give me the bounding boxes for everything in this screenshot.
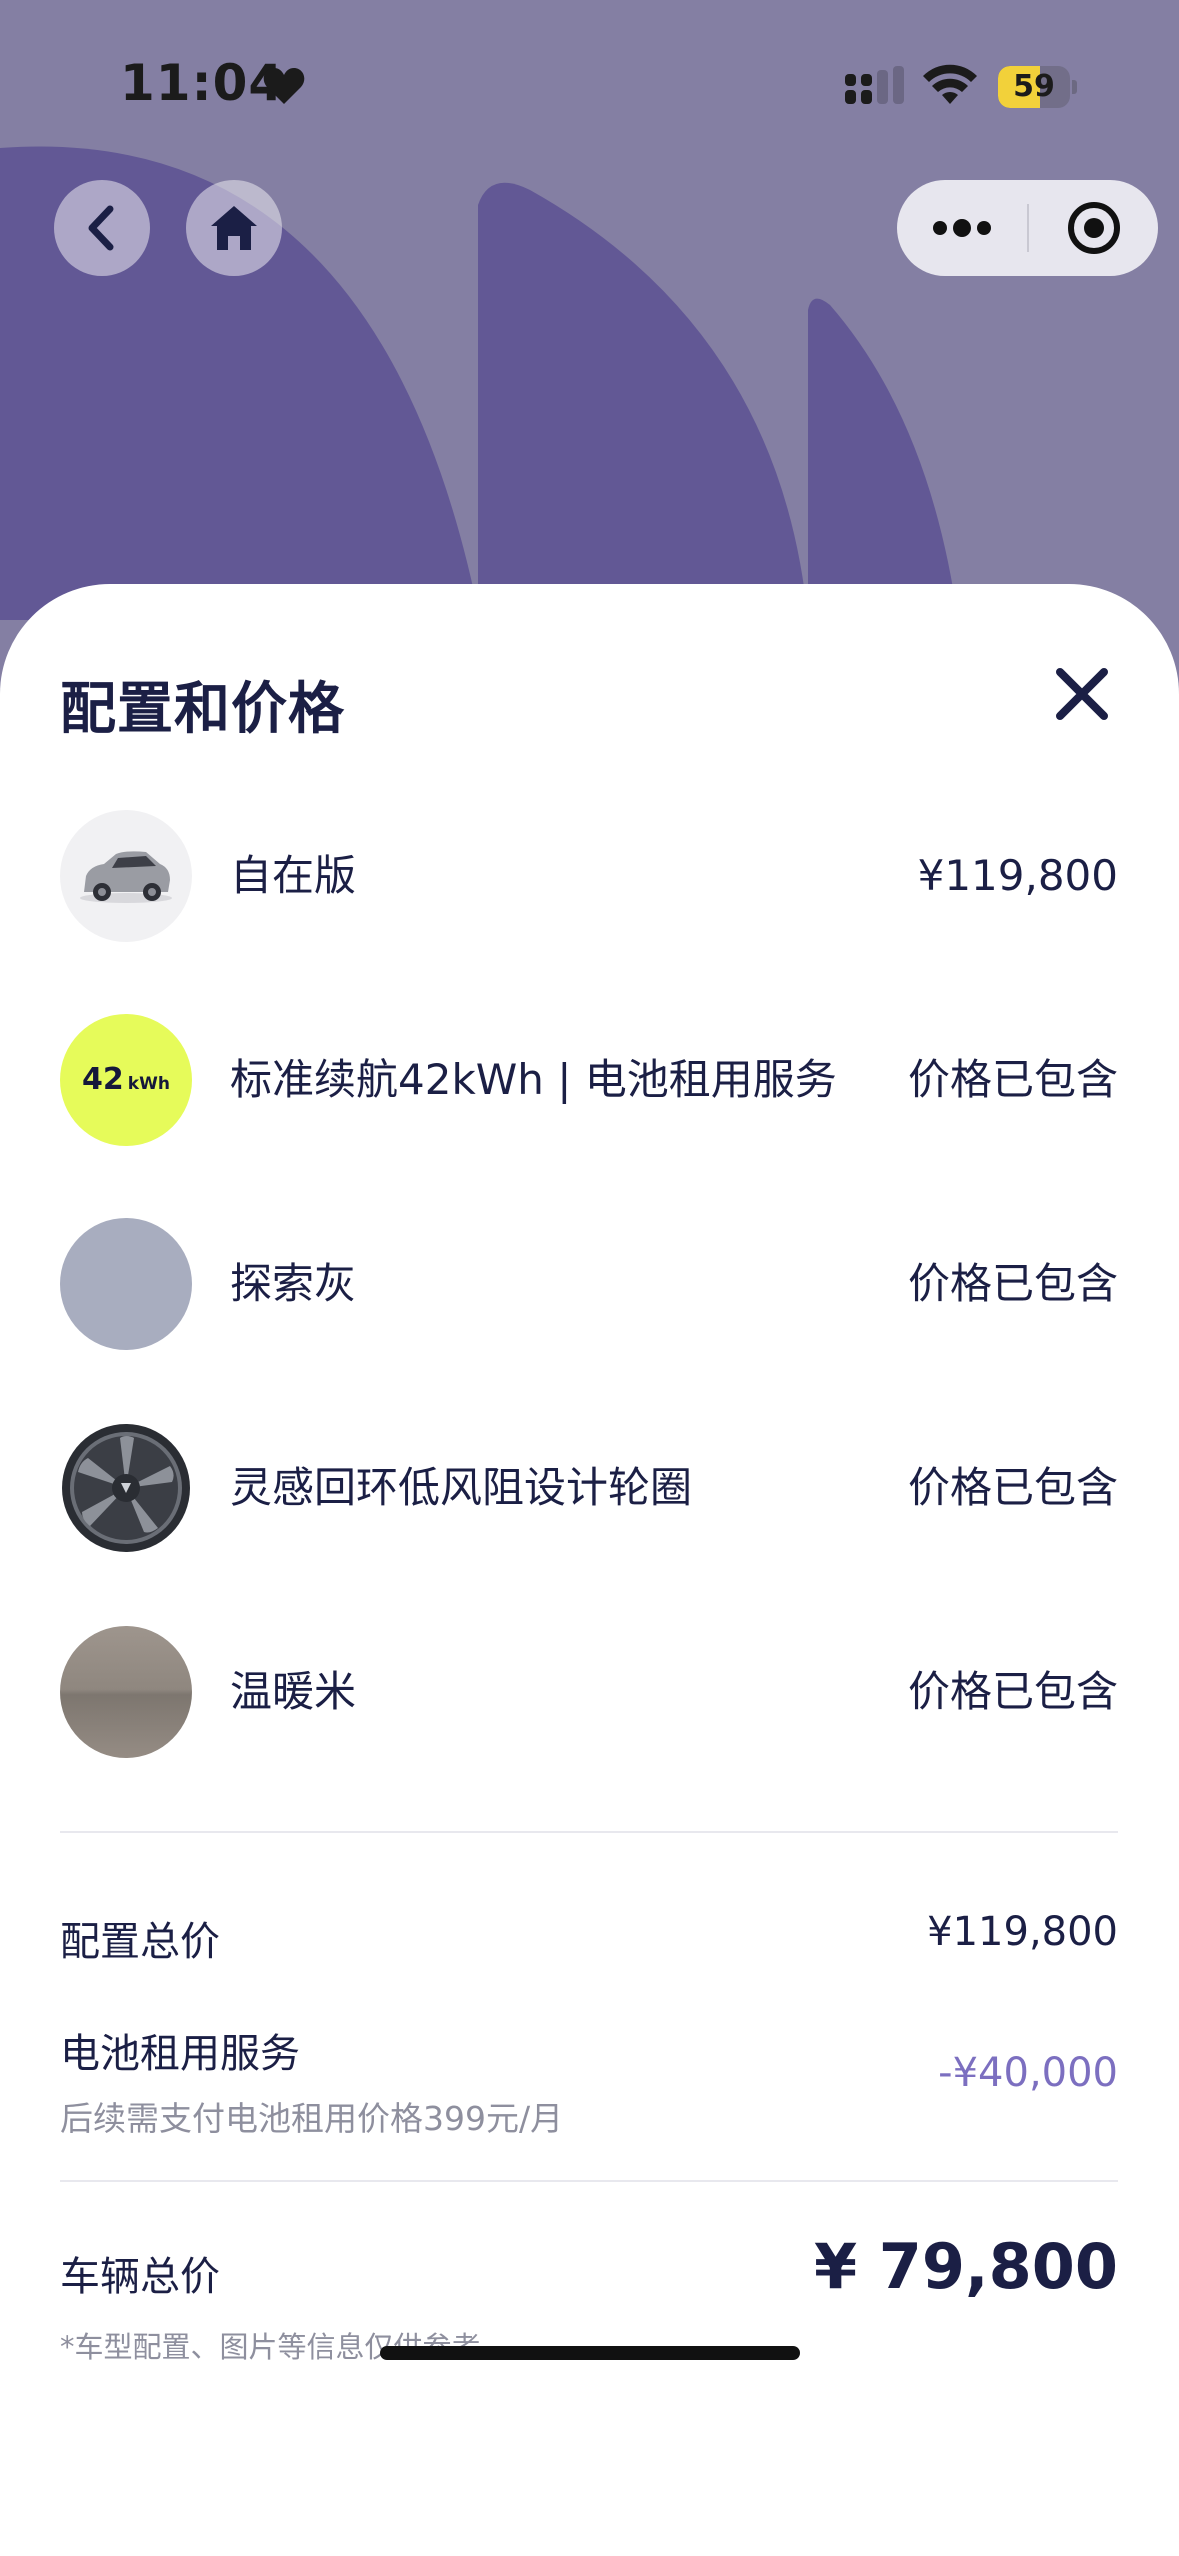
wheel-thumbnail: [60, 1422, 192, 1554]
close-x-icon[interactable]: [1052, 664, 1112, 724]
battery-indicator: 59: [998, 66, 1077, 108]
more-button[interactable]: [897, 180, 1027, 276]
mini-program-capsule: [897, 180, 1158, 276]
battery-rental-label: 电池租用服务: [60, 2031, 300, 2077]
option-name: 灵感回环低风阻设计轮圈: [230, 1463, 693, 1512]
option-price: 价格已包含: [907, 1055, 1118, 1104]
target-circle-icon: [1067, 202, 1120, 254]
battery-badge-value: 42: [82, 1062, 124, 1097]
option-row-battery: 42 kWh 标准续航42kWh | 电池租用服务 价格已包含: [60, 1014, 1118, 1146]
home-icon: [211, 206, 257, 250]
vehicle-total-value: ¥ 79,800: [814, 2230, 1118, 2303]
config-total-value: ¥119,800: [927, 1909, 1118, 1955]
back-button[interactable]: [54, 180, 150, 276]
option-name: 温暖米: [230, 1667, 357, 1716]
home-button[interactable]: [186, 180, 282, 276]
home-indicator[interactable]: [380, 2346, 800, 2360]
sheet-title: 配置和价格: [60, 677, 345, 742]
option-name: 探索灰: [230, 1259, 357, 1308]
interior-swatch: [60, 1626, 192, 1758]
option-name: 标准续航42kWh | 电池租用服务: [230, 1055, 837, 1104]
option-price: 价格已包含: [907, 1259, 1118, 1308]
close-miniprogram-button[interactable]: [1029, 180, 1158, 276]
option-name: 自在版: [230, 851, 357, 900]
divider: [60, 2180, 1118, 2182]
vehicle-total-label: 车辆总价: [60, 2254, 220, 2300]
cellular-signal-icon: [845, 66, 904, 104]
more-dots-icon: [933, 219, 991, 237]
battery-badge: 42 kWh: [60, 1014, 192, 1146]
heart-icon: [263, 68, 305, 104]
battery-level: 59: [1013, 69, 1055, 104]
configuration-price-sheet: 配置和价格 自在版 ¥119,800 42 kWh 标准续航42kWh | 电池…: [0, 584, 1179, 2556]
battery-badge-unit: kWh: [127, 1074, 170, 1094]
option-price: 价格已包含: [907, 1667, 1118, 1716]
config-total-label: 配置总价: [60, 1919, 220, 1965]
status-time: 11:04: [120, 54, 285, 112]
wifi-icon: [923, 64, 977, 104]
option-row-wheel: 灵感回环低风阻设计轮圈 价格已包含: [60, 1422, 1118, 1554]
option-price: 价格已包含: [907, 1463, 1118, 1512]
option-price: ¥119,800: [917, 851, 1118, 900]
chevron-left-icon: [88, 205, 114, 251]
car-thumbnail: [60, 810, 192, 942]
status-bar: 11:04 59: [0, 0, 1179, 160]
option-row-exterior-color: 探索灰 价格已包含: [60, 1218, 1118, 1350]
battery-rental-discount: -¥40,000: [938, 2050, 1118, 2096]
color-swatch: [60, 1218, 192, 1350]
divider: [60, 1831, 1118, 1833]
battery-rental-note: 后续需支付电池租用价格399元/月: [60, 2099, 564, 2138]
option-row-interior: 温暖米 价格已包含: [60, 1626, 1118, 1758]
option-row-model: 自在版 ¥119,800: [60, 810, 1118, 942]
